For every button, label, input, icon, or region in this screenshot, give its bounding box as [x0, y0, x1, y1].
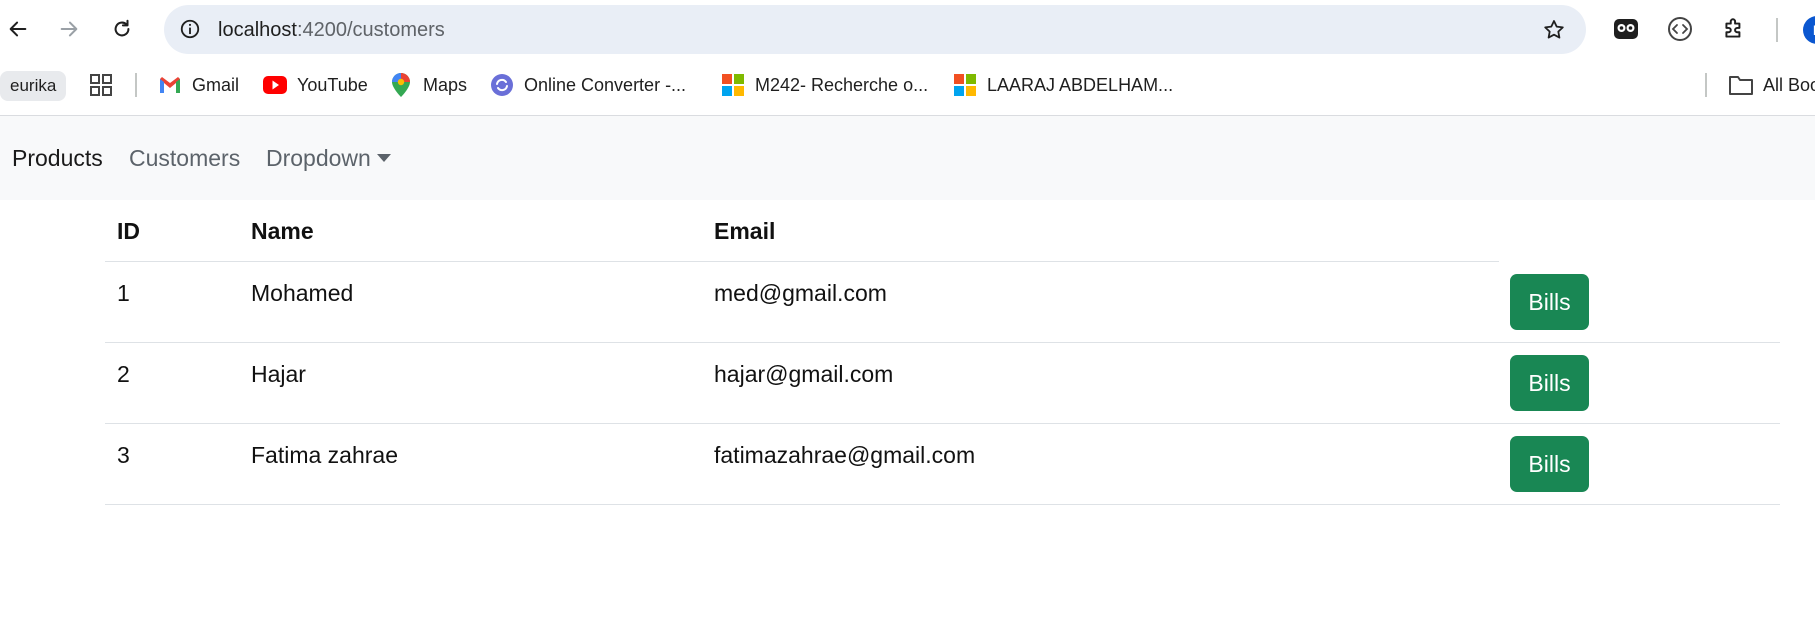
- gmail-icon: [158, 73, 182, 97]
- table-header: ID Name Email: [105, 200, 1499, 262]
- dropdown-label: Dropdown: [266, 145, 371, 171]
- bookmark-online-converter[interactable]: Online Converter -...: [490, 70, 686, 100]
- nav-customers[interactable]: Customers: [129, 144, 240, 172]
- table-row: 3 Fatima zahrae fatimazahrae@gmail.com B…: [105, 424, 1780, 505]
- bookmarks-bar: eurika Gmail YouTube Maps Online Convert…: [0, 64, 1815, 106]
- forward-arrow-icon[interactable]: [51, 11, 87, 47]
- caret-down-icon: [376, 154, 391, 162]
- profile-avatar[interactable]: F: [1803, 16, 1815, 44]
- bookmark-laaraj[interactable]: LAARAJ ABDELHAM...: [953, 70, 1173, 100]
- bills-button[interactable]: Bills: [1510, 355, 1589, 411]
- youtube-icon: [263, 73, 287, 97]
- cell-email: hajar@gmail.com: [714, 361, 894, 387]
- bookmark-label: All Bookmarks: [1763, 74, 1815, 95]
- url-path: :4200/customers: [296, 19, 445, 41]
- cell-id: 3: [117, 442, 130, 468]
- bookmark-gmail[interactable]: Gmail: [158, 70, 239, 100]
- cell-email: med@gmail.com: [714, 280, 887, 306]
- bookmark-label: YouTube: [297, 74, 368, 95]
- nav-products[interactable]: Products: [12, 144, 103, 172]
- bookmark-label: M242- Recherche o...: [755, 74, 929, 95]
- app-navbar: Products Customers Dropdown: [0, 116, 1815, 200]
- converter-icon: [490, 73, 514, 97]
- browser-toolbar: localhost:4200/customers F: [0, 0, 1815, 58]
- bookmark-label: Gmail: [192, 74, 240, 95]
- bookmark-label: LAARAJ ABDELHAM...: [987, 74, 1174, 95]
- apps-grid-icon[interactable]: [90, 70, 112, 100]
- header-id: ID: [117, 218, 140, 244]
- table-row: 1 Mohamed med@gmail.com Bills: [105, 262, 1780, 343]
- header-email: Email: [714, 218, 776, 244]
- bookmark-label: Maps: [423, 74, 468, 95]
- header-name: Name: [251, 218, 314, 244]
- folder-icon: [1729, 73, 1753, 97]
- bookmark-chip-eurika[interactable]: eurika: [0, 71, 67, 101]
- microsoft-icon: [721, 73, 745, 97]
- bookmark-youtube[interactable]: YouTube: [263, 70, 368, 100]
- back-arrow-icon[interactable]: [0, 11, 36, 47]
- bookmarks-divider: [135, 73, 137, 97]
- bookmarks-divider: [1705, 73, 1707, 97]
- cell-email: fatimazahrae@gmail.com: [714, 442, 976, 468]
- browser-chrome: localhost:4200/customers F eurika Gmail: [0, 0, 1815, 116]
- site-info-icon[interactable]: [176, 15, 204, 43]
- reload-icon[interactable]: [104, 11, 140, 47]
- toolbar-divider: [1776, 18, 1778, 42]
- maps-icon: [389, 73, 413, 97]
- url-host: localhost: [218, 19, 297, 41]
- extension-owl-icon[interactable]: [1610, 13, 1642, 45]
- bookmark-maps[interactable]: Maps: [389, 70, 467, 100]
- cell-id: 1: [117, 280, 130, 306]
- nav-dropdown[interactable]: Dropdown: [266, 144, 391, 172]
- cell-name: Hajar: [251, 361, 306, 387]
- cell-id: 2: [117, 361, 130, 387]
- bookmark-star-icon[interactable]: [1540, 16, 1568, 44]
- address-url[interactable]: localhost:4200/customers: [218, 18, 445, 42]
- cell-name: Mohamed: [251, 280, 354, 306]
- address-bar[interactable]: localhost:4200/customers: [164, 5, 1586, 54]
- extensions-puzzle-icon[interactable]: [1718, 13, 1750, 45]
- bills-button[interactable]: Bills: [1510, 436, 1589, 492]
- cell-name: Fatima zahrae: [251, 442, 399, 468]
- customers-table: ID Name Email 1 Mohamed med@gmail.com Bi…: [105, 200, 1780, 505]
- table-row: 2 Hajar hajar@gmail.com Bills: [105, 343, 1780, 424]
- extension-code-icon[interactable]: [1664, 13, 1696, 45]
- all-bookmarks[interactable]: All Bookmarks: [1729, 70, 1815, 100]
- bills-button[interactable]: Bills: [1510, 274, 1589, 330]
- bookmark-m242[interactable]: M242- Recherche o...: [721, 70, 928, 100]
- microsoft-icon: [953, 73, 977, 97]
- bookmark-label: Online Converter -...: [524, 74, 687, 95]
